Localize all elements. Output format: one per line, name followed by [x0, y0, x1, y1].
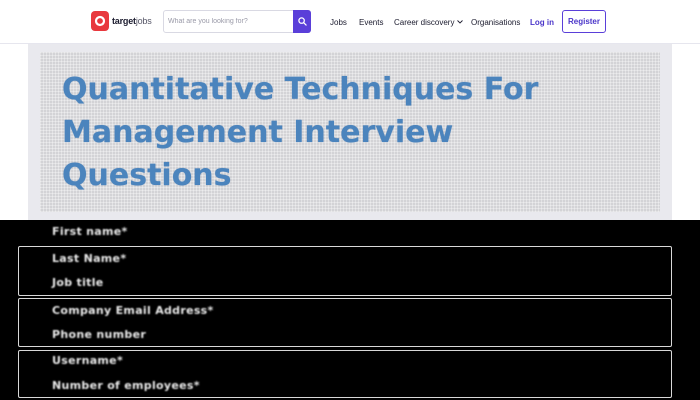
search-button[interactable]	[293, 10, 311, 33]
banner-title-line: Questions	[62, 158, 232, 193]
banner-title-line: Quantitative Techniques For	[62, 72, 539, 107]
employees-select[interactable]: Number of employees*	[52, 379, 200, 392]
search-bar	[163, 10, 311, 33]
nav-jobs[interactable]: Jobs	[330, 0, 347, 44]
nav-events-label: Events	[359, 17, 384, 27]
login-link[interactable]: Log in	[530, 0, 554, 44]
logo-text-light: jobs	[135, 16, 152, 26]
search-icon	[297, 17, 307, 26]
article-banner-image: Quantitative Techniques For Management I…	[40, 52, 660, 212]
logo-text-bold: target	[112, 16, 136, 26]
nav-career-discovery[interactable]: Career discovery	[394, 0, 464, 44]
search-input[interactable]	[164, 11, 293, 32]
login-label: Log in	[530, 17, 554, 27]
register-label: Register	[567, 17, 600, 26]
company-email-field[interactable]: Company Email Address*	[52, 304, 214, 317]
nav-career-discovery-label: Career discovery	[394, 17, 455, 27]
chevron-down-icon	[457, 20, 464, 24]
nav-organisations-label: Organisations	[471, 17, 521, 27]
site-logo[interactable]: targetjobs	[91, 10, 152, 32]
first-name-field[interactable]: First name*	[52, 225, 128, 238]
logo-text: targetjobs	[112, 16, 152, 26]
job-title-field[interactable]: Job title	[52, 276, 104, 289]
logo-mark-icon	[91, 11, 109, 31]
article-banner-title: Quantitative Techniques For Management I…	[62, 68, 642, 197]
site-header: targetjobs Jobs Events Career discovery …	[0, 0, 700, 44]
lead-form-area: First name* Last Name* Job title Company…	[0, 220, 700, 400]
last-name-field[interactable]: Last Name*	[52, 252, 126, 265]
page-margin-right	[672, 44, 700, 220]
nav-events[interactable]: Events	[359, 0, 383, 44]
page-margin-left	[0, 44, 28, 220]
nav-jobs-label: Jobs	[330, 17, 347, 27]
username-field[interactable]: Username*	[52, 354, 123, 367]
banner-title-line: Management Interview	[62, 115, 454, 150]
register-button[interactable]: Register	[562, 10, 606, 33]
phone-number-field[interactable]: Phone number	[52, 328, 146, 341]
nav-organisations[interactable]: Organisations	[471, 0, 520, 44]
